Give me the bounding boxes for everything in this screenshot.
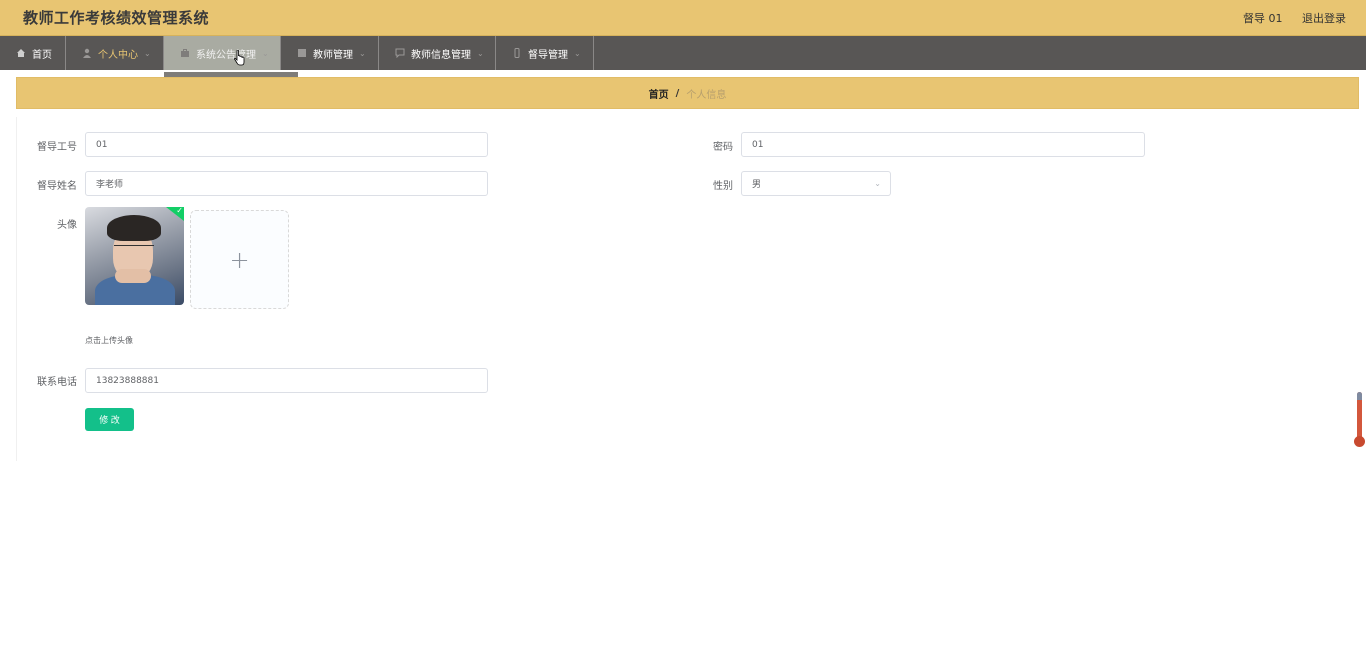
nav-item-personal-center[interactable]: 个人中心 ⌄ bbox=[66, 36, 164, 70]
top-header: 教师工作考核绩效管理系统 督导 01 退出登录 bbox=[0, 0, 1366, 36]
logout-link[interactable]: 退出登录 bbox=[1302, 12, 1346, 25]
chevron-down-icon: ⌄ bbox=[874, 179, 881, 188]
mobile-icon bbox=[514, 48, 520, 58]
header-user-area: 督导 01 退出登录 bbox=[1227, 10, 1346, 26]
modify-button[interactable]: 修 改 bbox=[85, 408, 134, 431]
avatar-hand-shape bbox=[115, 269, 151, 283]
nav-item-teacher-management[interactable]: 教师管理 ⌄ bbox=[281, 36, 379, 70]
breadcrumb: 首页 / 个人信息 bbox=[16, 77, 1359, 109]
name-input[interactable]: 李老师 bbox=[85, 171, 488, 196]
supervisor-id-input[interactable]: 01 bbox=[85, 132, 488, 157]
chevron-down-icon: ⌄ bbox=[144, 48, 151, 58]
avatar-image[interactable] bbox=[85, 207, 184, 305]
briefcase-icon bbox=[181, 49, 189, 57]
app-title: 教师工作考核绩效管理系统 bbox=[23, 9, 210, 27]
nav-item-supervisor-management[interactable]: 督导管理 ⌄ bbox=[496, 36, 594, 70]
nav-label-announcement-management: 系统公告管理 bbox=[196, 49, 256, 61]
gender-select[interactable]: 男 ⌄ bbox=[741, 171, 891, 196]
pointer-cursor-icon bbox=[234, 50, 245, 66]
scroll-indicator-top bbox=[1357, 392, 1362, 400]
chat-icon bbox=[395, 48, 405, 58]
gender-label: 性别 bbox=[713, 181, 733, 192]
name-label: 督导姓名 bbox=[37, 181, 77, 192]
phone-label: 联系电话 bbox=[37, 377, 77, 388]
checkbox-icon bbox=[298, 49, 306, 57]
breadcrumb-home[interactable]: 首页 bbox=[649, 86, 669, 101]
user-icon bbox=[83, 48, 91, 58]
nav-label-personal-center: 个人中心 bbox=[98, 49, 138, 61]
current-user: 督导 01 bbox=[1243, 12, 1283, 25]
nav-label-home: 首页 bbox=[32, 49, 52, 61]
nav-label-teacher-info-management: 教师信息管理 bbox=[411, 49, 471, 61]
nav-label-supervisor-management: 督导管理 bbox=[528, 49, 568, 61]
chevron-down-icon: ⌄ bbox=[574, 48, 581, 58]
phone-value: 13823888881 bbox=[96, 375, 159, 386]
breadcrumb-separator: / bbox=[675, 87, 680, 99]
breadcrumb-current: 个人信息 bbox=[686, 89, 727, 101]
gender-value: 男 bbox=[752, 180, 762, 190]
check-icon: ✓ bbox=[176, 206, 183, 215]
phone-input[interactable]: 13823888881 bbox=[85, 368, 488, 393]
avatar-glasses-shape bbox=[114, 245, 154, 255]
main-nav: 首页 个人中心 ⌄ 系统公告管理 ⌄ 教师管理 ⌄ 教师信息管理 ⌄ 督导管理 … bbox=[0, 36, 1366, 70]
avatar-label: 头像 bbox=[57, 220, 77, 231]
scroll-indicator-bulb bbox=[1354, 436, 1365, 447]
avatar-hair-shape bbox=[107, 215, 161, 241]
plus-icon: + bbox=[229, 245, 250, 274]
nav-item-teacher-info-management[interactable]: 教师信息管理 ⌄ bbox=[379, 36, 496, 70]
nav-item-announcement-management[interactable]: 系统公告管理 ⌄ bbox=[164, 36, 281, 70]
supervisor-id-value: 01 bbox=[96, 139, 108, 150]
password-value: 01 bbox=[752, 139, 764, 150]
password-input[interactable]: 01 bbox=[741, 132, 1145, 157]
supervisor-id-label: 督导工号 bbox=[37, 142, 77, 153]
chevron-down-icon: ⌄ bbox=[477, 48, 484, 58]
nav-item-home[interactable]: 首页 bbox=[0, 36, 66, 70]
password-label: 密码 bbox=[713, 142, 733, 153]
nav-label-teacher-management: 教师管理 bbox=[313, 49, 353, 61]
chevron-down-icon: ⌄ bbox=[262, 48, 269, 58]
name-value: 李老师 bbox=[96, 180, 124, 190]
home-icon bbox=[17, 49, 25, 57]
avatar-upload-button[interactable]: + bbox=[190, 210, 289, 309]
chevron-down-icon: ⌄ bbox=[359, 48, 366, 58]
upload-hint: 点击上传头像 bbox=[85, 336, 133, 345]
